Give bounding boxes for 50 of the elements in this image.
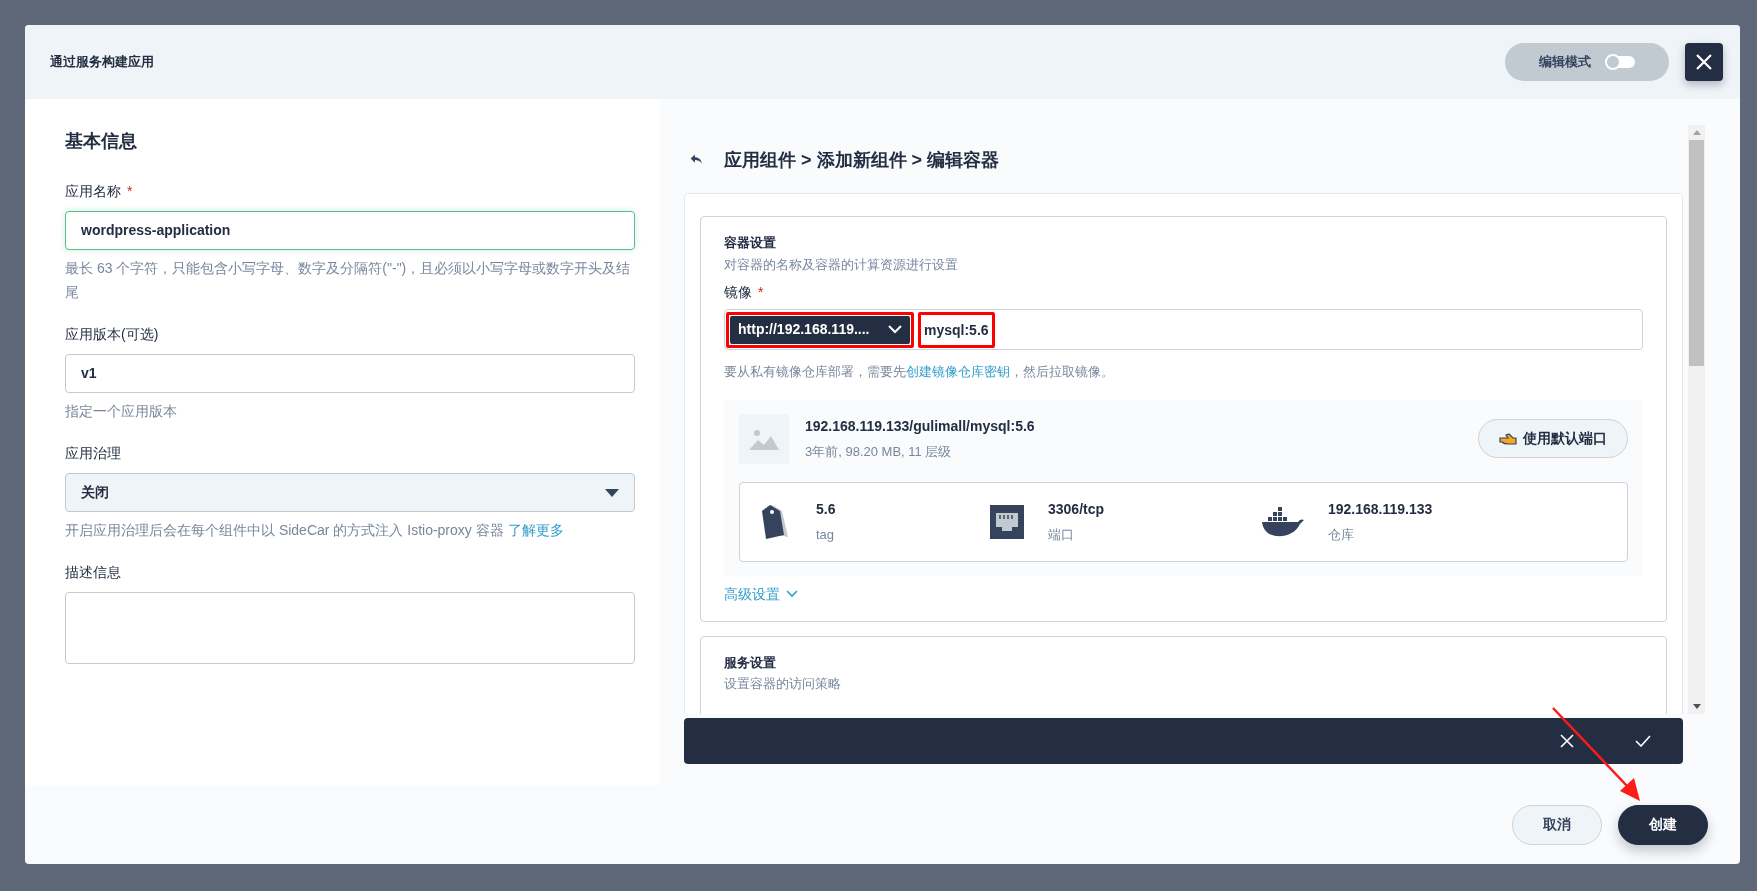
required-asterisk: *: [127, 183, 133, 199]
scrollbar[interactable]: [1688, 125, 1705, 714]
field-label: 应用治理: [65, 445, 121, 461]
detail-label: 仓库: [1328, 525, 1355, 544]
mountain-icon: [749, 427, 779, 450]
hint-text: 要从私有镜像仓库部署，需要先创建镜像仓库密钥，然后拉取镜像。: [724, 363, 1115, 381]
dialog-title: 通过服务构建应用: [50, 53, 154, 72]
detail-value: 192.168.119.133: [1328, 499, 1433, 519]
image-meta: 3年前, 98.20 MB, 11 层级: [805, 442, 953, 461]
field-label: 应用版本(可选): [65, 326, 159, 342]
create-button[interactable]: 创建: [1618, 804, 1708, 845]
cancel-button[interactable]: 取消: [1512, 804, 1602, 845]
breadcrumb: 应用组件 > 添加新组件 > 编辑容器: [724, 148, 1000, 172]
chevron-down-icon: [786, 590, 798, 598]
detail-value: 3306/tcp: [1048, 499, 1105, 519]
field-label: 描述信息: [65, 564, 121, 580]
select-field[interactable]: 关闭: [65, 473, 635, 512]
section-description: 对容器的名称及容器的计算资源进行设置: [724, 255, 959, 274]
section-heading: 基本信息: [65, 130, 138, 153]
section-title: 容器设置: [724, 234, 777, 252]
detail-label: 端口: [1048, 525, 1075, 544]
default-port-button[interactable]: 使用默认端口: [1478, 419, 1628, 458]
network-port-icon: [990, 504, 1024, 539]
close-button[interactable]: [1685, 43, 1723, 81]
image-name: mysql:5.6: [923, 320, 990, 340]
chevron-down-icon: [888, 325, 902, 334]
field-label: 镜像: [724, 284, 752, 300]
registry-select[interactable]: http://192.168.119....: [730, 315, 910, 344]
section-title: 服务设置: [724, 653, 777, 672]
image-field[interactable]: http://192.168.119.... mysql:5.6: [724, 309, 1643, 350]
caret-down-icon: [605, 488, 619, 497]
scroll-up-icon: [1692, 130, 1701, 135]
field-label: 应用名称: [65, 183, 121, 199]
required-asterisk: *: [758, 284, 764, 300]
edit-mode-toggle[interactable]: 编辑模式: [1505, 43, 1669, 81]
whale-icon: [1260, 506, 1304, 537]
help-text: 开启应用治理后会在每个组件中以 SideCar 的方式注入 Istio-proxy 容器 了解更多: [65, 521, 565, 540]
text-field[interactable]: v1: [65, 354, 635, 393]
close-icon: [1560, 734, 1574, 748]
section-description: 设置容器的访问策略: [724, 675, 842, 693]
pointing-hand-icon: [1499, 431, 1517, 446]
text-field[interactable]: wordpress-application: [65, 211, 635, 250]
help-text: 指定一个应用版本: [65, 402, 178, 421]
check-icon: [1635, 735, 1651, 747]
detail-value: 5.6: [816, 499, 836, 519]
close-icon: [1695, 53, 1713, 71]
detail-label: tag: [816, 525, 836, 544]
image-title: 192.168.119.133/gulimall/mysql:5.6: [805, 416, 1035, 436]
help-text: 最长 63 个字符，只能包含小写字母、数字及分隔符("-")，且必须以小写字母或数字开头及结尾: [65, 259, 632, 302]
scroll-down-icon: [1692, 704, 1701, 709]
